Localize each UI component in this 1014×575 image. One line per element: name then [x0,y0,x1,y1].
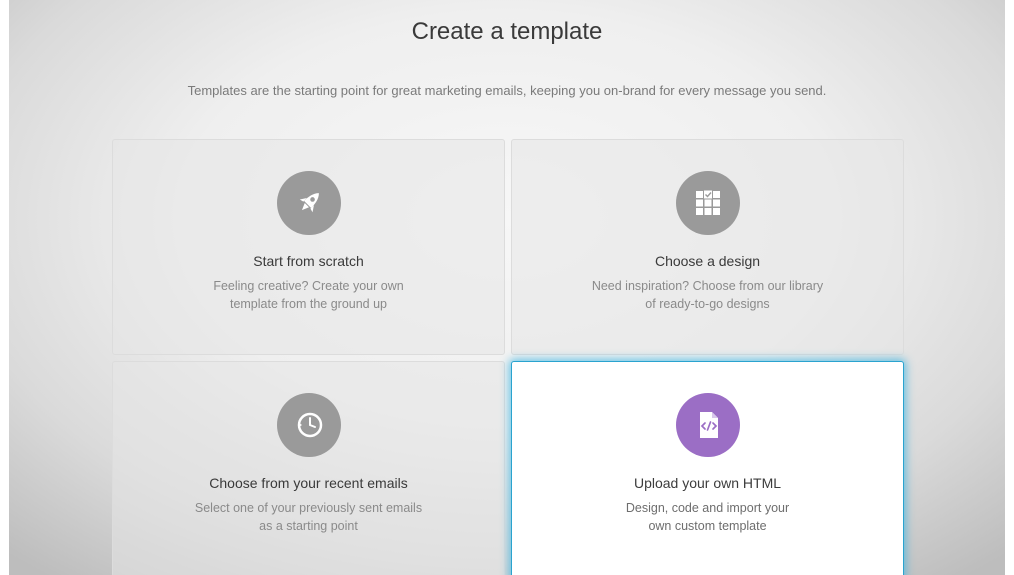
option-description-line: Select one of your previously sent email… [194,501,423,515]
option-description-line: as a starting point [259,519,358,533]
option-title: Start from scratch [253,253,364,269]
option-description-line: own custom template [648,519,767,533]
page-subtitle: Templates are the starting point for gre… [187,83,827,98]
option-description-line: Design, code and import your [625,501,790,515]
option-title: Choose a design [654,253,761,269]
history-clock-icon [276,393,341,457]
option-title: Upload your own HTML [633,475,782,491]
option-description-line: Need inspiration? Choose from our librar… [591,279,824,293]
option-title: Choose from your recent emails [209,475,408,491]
rocket-icon [276,171,341,235]
option-description-line: of ready-to-go designs [645,297,770,311]
option-description-line: template from the ground up [229,297,388,311]
option-start-from-scratch[interactable]: Start from scratch Feeling creative? Cre… [112,139,505,355]
page-title: Create a template [411,18,603,45]
option-description: Need inspiration? Choose from our librar… [578,277,838,313]
html-file-icon [675,393,740,457]
layout-grid-icon [675,171,740,235]
option-description-line: Feeling creative? Create your own [213,279,404,293]
create-template-page: Create a template Templates are the star… [0,0,1014,575]
option-description: Feeling creative? Create your own templa… [179,277,439,313]
option-upload-html[interactable]: Upload your own HTML Design, code and im… [511,361,904,575]
option-choose-a-design[interactable]: Choose a design Need inspiration? Choose… [511,139,904,355]
option-description: Select one of your previously sent email… [179,499,439,535]
option-recent-emails[interactable]: Choose from your recent emails Select on… [112,361,505,575]
option-description: Design, code and import your own custom … [578,499,838,535]
